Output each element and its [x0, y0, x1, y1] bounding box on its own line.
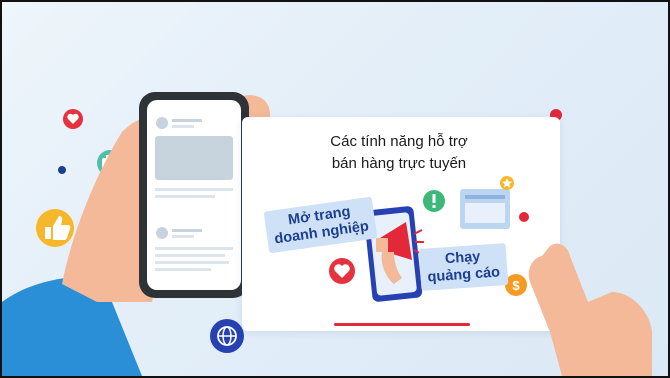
post-thumbnail — [460, 189, 510, 229]
card-title: Các tính năng hỗ trợ bán hàng trực tuyến — [294, 131, 504, 175]
card-title-line1: Các tính năng hỗ trợ — [330, 133, 468, 150]
card-title-line2: bán hàng trực tuyến — [331, 155, 467, 172]
run-ads-tag: Chạy quảng cáo — [418, 243, 508, 291]
card-graphics: $ — [329, 176, 652, 376]
promo-illustration: $ Các tính năng hỗ trợ bán hàng trực tuy… — [0, 0, 670, 378]
star-icon — [500, 176, 514, 190]
card-accent-underline — [334, 323, 470, 326]
percent-icon — [519, 212, 529, 222]
alert-icon — [423, 190, 445, 212]
dollar-icon: $ — [505, 274, 527, 296]
svg-text:$: $ — [512, 278, 520, 293]
heart-icon — [329, 258, 355, 284]
right-hand-illustration — [528, 243, 652, 376]
run-ads-tag-line2: quảng cáo — [427, 264, 501, 286]
